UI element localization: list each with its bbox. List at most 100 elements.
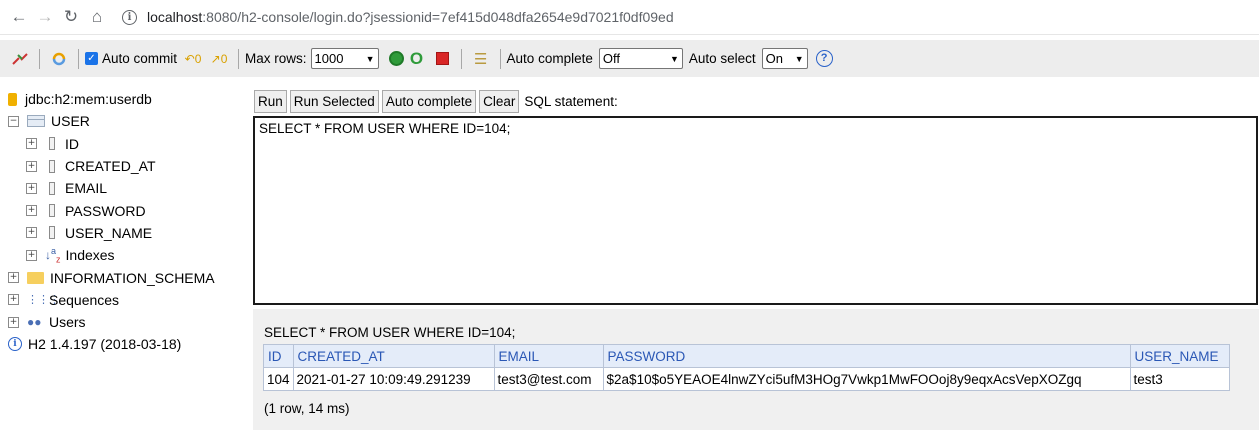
refresh-icon[interactable] — [49, 49, 69, 69]
column-icon — [49, 204, 55, 218]
auto-select-select[interactable]: On ▼ — [761, 48, 808, 69]
tree-column[interactable]: + EMAIL — [8, 177, 248, 199]
max-rows-select[interactable]: 1000 ▼ — [310, 48, 379, 69]
column-icon — [49, 159, 55, 173]
execute-icon[interactable] — [388, 51, 404, 66]
expand-icon[interactable]: + — [26, 205, 37, 217]
forward-arrow-icon[interactable]: → — [32, 7, 58, 27]
sequences-label: Sequences — [49, 291, 120, 308]
chevron-down-icon: ▼ — [669, 53, 679, 64]
users-icon: ●● — [27, 315, 42, 330]
table-cell: test3@test.com — [493, 367, 604, 391]
run-selected-button[interactable]: Run Selected — [289, 89, 379, 113]
max-rows-label: Max rows: — [245, 51, 307, 66]
tree-column[interactable]: + PASSWORD — [8, 199, 248, 221]
max-rows-value: 1000 — [314, 51, 344, 66]
indexes-label: Indexes — [65, 247, 115, 264]
run-button[interactable]: Run — [254, 89, 287, 113]
execute-explain-icon[interactable]: О — [407, 49, 427, 69]
sort-az-icon: ↓az — [45, 246, 61, 265]
history-icon[interactable]: ☰ — [471, 49, 491, 69]
tree-table-user[interactable]: − USER — [8, 110, 248, 132]
auto-complete-select[interactable]: Off ▼ — [598, 48, 683, 69]
chevron-down-icon: ▼ — [794, 53, 804, 64]
result-table: ID CREATED_AT EMAIL PASSWORD USER_NAME 1… — [263, 344, 1230, 391]
column-icon — [49, 226, 55, 240]
connection-label: jdbc:h2:mem:userdb — [25, 91, 152, 108]
tree-schema[interactable]: + INFORMATION_SCHEMA — [8, 266, 248, 288]
expand-icon[interactable]: + — [8, 316, 19, 328]
schema-tree: jdbc:h2:mem:userdb − USER + ID + CREATED… — [8, 88, 248, 356]
table-row: 104 2021-01-27 10:09:49.291239 test3@tes… — [263, 367, 1230, 391]
toolbar-separator — [460, 48, 462, 69]
column-header[interactable]: USER_NAME — [1129, 344, 1230, 368]
auto-complete-button[interactable]: Auto complete — [381, 89, 477, 113]
tree-column[interactable]: + USER_NAME — [8, 222, 248, 244]
sql-statement-label: SQL statement: — [524, 93, 618, 109]
tree-column[interactable]: + CREATED_AT — [8, 155, 248, 177]
sequences-icon: ⋮⋮⋮ — [27, 293, 60, 306]
commit-icon[interactable]: ↗0 — [209, 49, 229, 69]
expand-icon[interactable]: + — [26, 160, 37, 172]
results-panel: SELECT * FROM USER WHERE ID=104; ID CREA… — [253, 309, 1259, 430]
table-label: USER — [51, 113, 90, 130]
table-icon — [27, 115, 45, 128]
url-path: :8080/h2-console/login.do?jsessionid=7ef… — [202, 9, 674, 25]
auto-complete-label: Auto complete — [506, 51, 593, 66]
expand-icon[interactable]: + — [26, 227, 37, 239]
auto-commit-checkbox[interactable]: ✓ — [85, 52, 98, 65]
rollback-icon[interactable]: ↶0 — [183, 49, 203, 69]
disconnect-icon[interactable] — [10, 49, 30, 69]
sql-editor[interactable]: SELECT * FROM USER WHERE ID=104; — [253, 116, 1258, 305]
column-header[interactable]: CREATED_AT — [292, 344, 495, 368]
table-header-row: ID CREATED_AT EMAIL PASSWORD USER_NAME — [263, 344, 1230, 368]
help-icon[interactable]: ? — [815, 50, 833, 67]
sql-text: SELECT * FROM USER WHERE ID=104; — [259, 121, 511, 136]
expand-icon[interactable]: + — [8, 294, 19, 306]
column-header[interactable]: PASSWORD — [602, 344, 1131, 368]
chevron-down-icon: ▼ — [365, 53, 375, 64]
auto-commit-label: Auto commit — [102, 51, 178, 66]
table-cell: test3 — [1129, 367, 1230, 391]
tree-indexes[interactable]: + ↓az Indexes — [8, 244, 248, 266]
site-info-icon[interactable]: i — [122, 9, 137, 25]
tree-column[interactable]: + ID — [8, 133, 248, 155]
toolbar-separator — [39, 48, 40, 69]
home-icon[interactable]: ⌂ — [84, 7, 110, 27]
result-status: (1 row, 14 ms) — [264, 401, 350, 416]
collapse-icon[interactable]: − — [8, 115, 19, 127]
tree-sequences[interactable]: + ⋮⋮⋮ Sequences — [8, 289, 248, 311]
auto-complete-value: Off — [602, 51, 620, 66]
query-button-bar: Run Run Selected Auto complete Clear SQL… — [254, 89, 618, 113]
column-label: ID — [65, 135, 79, 152]
url-host: localhost — [147, 9, 203, 25]
url-field[interactable]: i localhost:8080/h2-console/login.do?jse… — [122, 9, 674, 25]
clear-button[interactable]: Clear — [479, 89, 520, 113]
column-icon — [49, 181, 55, 195]
tree-connection[interactable]: jdbc:h2:mem:userdb — [8, 88, 248, 110]
column-header[interactable]: ID — [263, 344, 294, 368]
table-cell: 2021-01-27 10:09:49.291239 — [292, 367, 495, 391]
table-cell: 104 — [263, 367, 294, 391]
version-label: H2 1.4.197 (2018-03-18) — [28, 336, 182, 353]
column-label: CREATED_AT — [65, 158, 156, 175]
tree-users[interactable]: + ●● Users — [8, 311, 248, 333]
column-label: EMAIL — [65, 180, 108, 197]
h2-toolbar: ✓ Auto commit ↶0 ↗0 Max rows: 1000 ▼ О ☰… — [0, 40, 1259, 77]
expand-icon[interactable]: + — [26, 249, 37, 261]
schema-label: INFORMATION_SCHEMA — [50, 269, 215, 286]
column-header[interactable]: EMAIL — [493, 344, 604, 368]
stop-icon[interactable] — [435, 52, 449, 65]
column-label: USER_NAME — [65, 224, 153, 241]
result-sql: SELECT * FROM USER WHERE ID=104; — [264, 325, 516, 340]
reload-icon[interactable]: ↻ — [58, 7, 84, 27]
expand-icon[interactable]: + — [26, 182, 37, 194]
back-arrow-icon[interactable]: ← — [6, 7, 32, 27]
expand-icon[interactable]: + — [8, 272, 19, 284]
database-icon — [8, 92, 17, 106]
auto-select-label: Auto select — [688, 51, 756, 66]
folder-icon — [27, 271, 44, 284]
tree-version: i H2 1.4.197 (2018-03-18) — [8, 333, 248, 355]
table-cell: $2a$10$o5YEAOE4lnwZYci5ufM3HOg7Vwkp1MwFO… — [602, 367, 1131, 391]
expand-icon[interactable]: + — [26, 138, 37, 150]
